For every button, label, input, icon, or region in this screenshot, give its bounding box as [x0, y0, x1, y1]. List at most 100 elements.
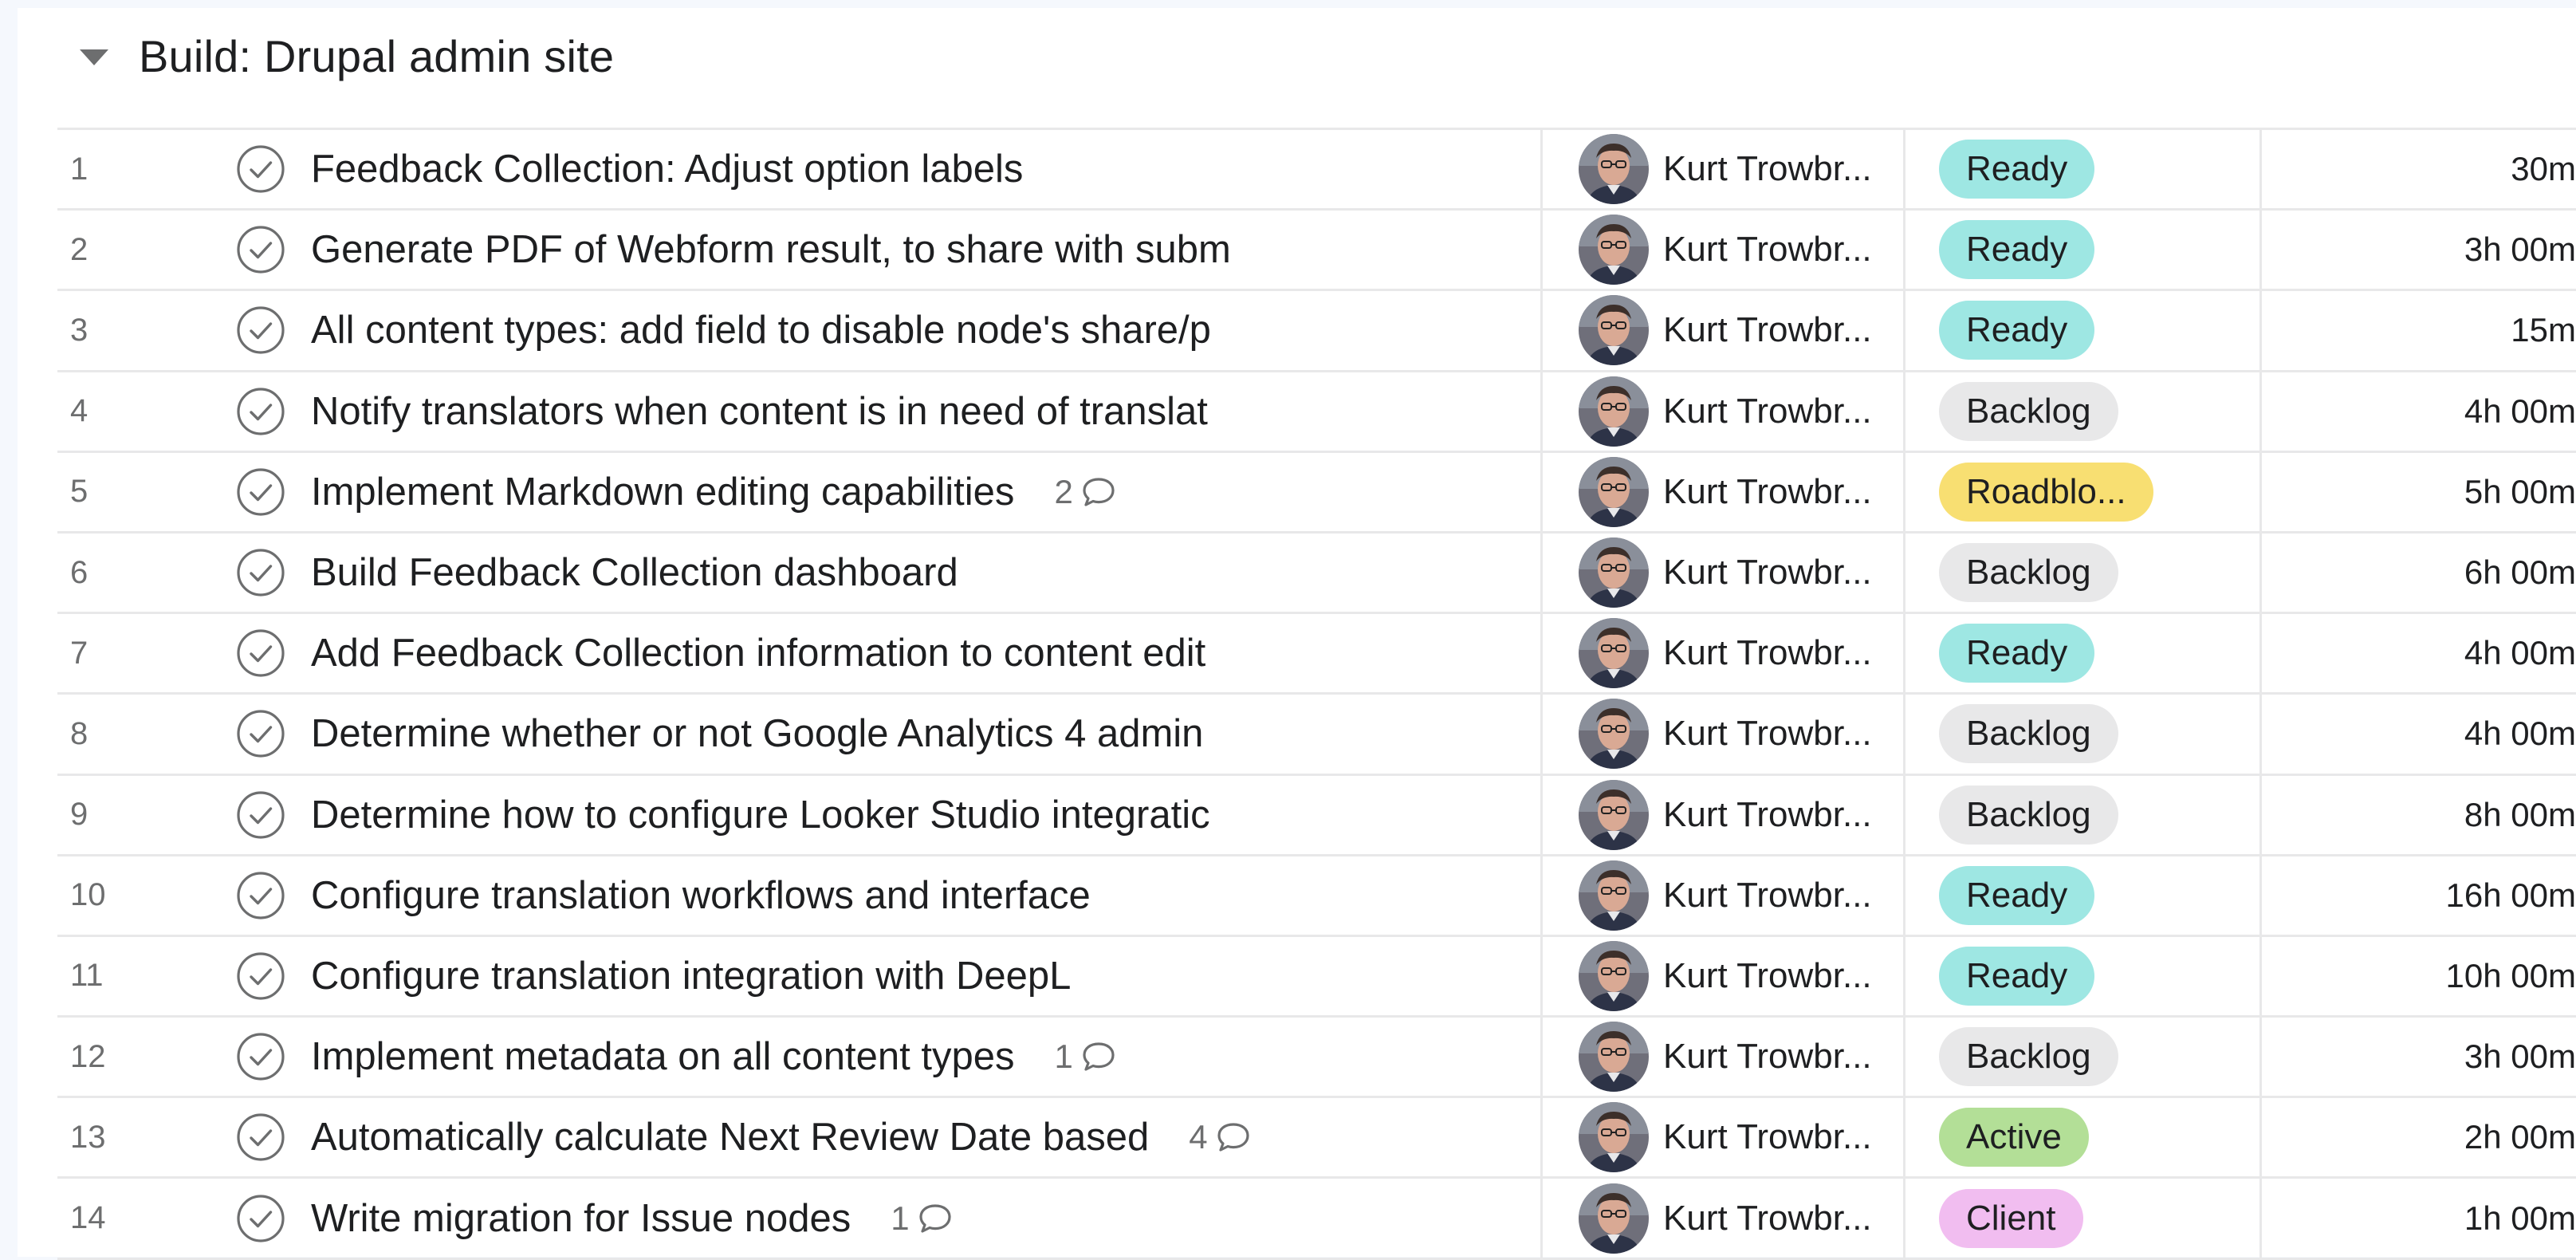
time-estimate[interactable]: 6h 00m	[2369, 534, 2576, 612]
assignee-cell[interactable]: Kurt Trowbr...	[1579, 211, 1872, 289]
task-row[interactable]: 11 Configure translation integration wit…	[57, 937, 2576, 1018]
task-name[interactable]: Notify translators when content is in ne…	[311, 389, 1208, 434]
task-name-cell[interactable]: Configure translation workflows and inte…	[311, 856, 1378, 935]
task-name-cell[interactable]: Determine whether or not Google Analytic…	[311, 695, 1378, 773]
assignee-cell[interactable]: Kurt Trowbr...	[1579, 937, 1872, 1015]
comment-count[interactable]: 4	[1189, 1118, 1250, 1156]
section-header[interactable]: Build: Drupal admin site	[80, 8, 614, 104]
status-cell[interactable]: Ready	[1939, 614, 2094, 692]
task-name-cell[interactable]: Implement metadata on all content types …	[311, 1018, 1378, 1096]
complete-check-icon[interactable]	[236, 1112, 285, 1162]
time-estimate[interactable]: 3h 00m	[2369, 1018, 2576, 1096]
complete-check-icon[interactable]	[236, 225, 285, 274]
assignee-cell[interactable]: Kurt Trowbr...	[1579, 453, 1872, 531]
task-name[interactable]: Configure translation workflows and inte…	[311, 873, 1091, 918]
task-name[interactable]: Automatically calculate Next Review Date…	[311, 1115, 1149, 1160]
complete-check-icon[interactable]	[236, 548, 285, 597]
time-estimate[interactable]: 4h 00m	[2369, 372, 2576, 451]
status-cell[interactable]: Ready	[1939, 291, 2094, 369]
status-badge[interactable]: Ready	[1939, 947, 2094, 1006]
status-cell[interactable]: Ready	[1939, 937, 2094, 1015]
task-name[interactable]: Determine how to configure Looker Studio…	[311, 793, 1210, 837]
comment-count[interactable]: 2	[1054, 473, 1115, 511]
status-badge[interactable]: Client	[1939, 1189, 2083, 1248]
complete-check-icon[interactable]	[236, 1194, 285, 1243]
time-estimate[interactable]: 15m	[2369, 291, 2576, 369]
assignee-cell[interactable]: Kurt Trowbr...	[1579, 130, 1872, 208]
status-cell[interactable]: Ready	[1939, 856, 2094, 935]
task-name[interactable]: Write migration for Issue nodes	[311, 1196, 851, 1241]
assignee-cell[interactable]: Kurt Trowbr...	[1579, 1179, 1872, 1257]
status-cell[interactable]: Backlog	[1939, 776, 2118, 854]
task-name[interactable]: Build Feedback Collection dashboard	[311, 550, 958, 595]
time-estimate[interactable]: 16h 00m	[2369, 856, 2576, 935]
complete-check-icon[interactable]	[236, 387, 285, 436]
status-badge[interactable]: Ready	[1939, 140, 2094, 199]
time-estimate[interactable]: 2h 00m	[2369, 1098, 2576, 1176]
assignee-cell[interactable]: Kurt Trowbr...	[1579, 614, 1872, 692]
status-badge[interactable]: Ready	[1939, 220, 2094, 279]
status-badge[interactable]: Backlog	[1939, 704, 2118, 763]
status-badge[interactable]: Ready	[1939, 866, 2094, 925]
task-row[interactable]: 7 Add Feedback Collection information to…	[57, 614, 2576, 695]
complete-check-icon[interactable]	[236, 709, 285, 758]
task-name[interactable]: Feedback Collection: Adjust option label…	[311, 147, 1023, 191]
status-badge[interactable]: Backlog	[1939, 382, 2118, 441]
task-name-cell[interactable]: Implement Markdown editing capabilities …	[311, 453, 1378, 531]
time-estimate[interactable]: 4h 00m	[2369, 695, 2576, 773]
status-cell[interactable]: Backlog	[1939, 1018, 2118, 1096]
task-row[interactable]: 12 Implement metadata on all content typ…	[57, 1018, 2576, 1098]
task-name-cell[interactable]: Notify translators when content is in ne…	[311, 372, 1378, 451]
task-name-cell[interactable]: Generate PDF of Webform result, to share…	[311, 211, 1378, 289]
status-badge[interactable]: Roadblo...	[1939, 463, 2153, 522]
task-name-cell[interactable]: Determine how to configure Looker Studio…	[311, 776, 1378, 854]
assignee-cell[interactable]: Kurt Trowbr...	[1579, 856, 1872, 935]
assignee-cell[interactable]: Kurt Trowbr...	[1579, 291, 1872, 369]
assignee-cell[interactable]: Kurt Trowbr...	[1579, 372, 1872, 451]
task-row[interactable]: 8 Determine whether or not Google Analyt…	[57, 695, 2576, 775]
task-row[interactable]: 3 All content types: add field to disabl…	[57, 291, 2576, 372]
assignee-cell[interactable]: Kurt Trowbr...	[1579, 695, 1872, 773]
task-name[interactable]: Add Feedback Collection information to c…	[311, 631, 1205, 675]
comment-count[interactable]: 1	[891, 1199, 952, 1238]
task-row[interactable]: 9 Determine how to configure Looker Stud…	[57, 776, 2576, 856]
task-name-cell[interactable]: Feedback Collection: Adjust option label…	[311, 130, 1378, 208]
task-name-cell[interactable]: All content types: add field to disable …	[311, 291, 1378, 369]
task-name-cell[interactable]: Automatically calculate Next Review Date…	[311, 1098, 1378, 1176]
status-cell[interactable]: Backlog	[1939, 372, 2118, 451]
task-row[interactable]: 5 Implement Markdown editing capabilitie…	[57, 453, 2576, 534]
time-estimate[interactable]: 30m	[2369, 130, 2576, 208]
time-estimate[interactable]: 8h 00m	[2369, 776, 2576, 854]
assignee-cell[interactable]: Kurt Trowbr...	[1579, 776, 1872, 854]
complete-check-icon[interactable]	[236, 467, 285, 517]
time-estimate[interactable]: 4h 00m	[2369, 614, 2576, 692]
task-row[interactable]: 2 Generate PDF of Webform result, to sha…	[57, 211, 2576, 291]
status-cell[interactable]: Ready	[1939, 211, 2094, 289]
task-name-cell[interactable]: Configure translation integration with D…	[311, 937, 1378, 1015]
status-badge[interactable]: Ready	[1939, 624, 2094, 683]
caret-down-icon[interactable]	[80, 49, 108, 65]
time-estimate[interactable]: 3h 00m	[2369, 211, 2576, 289]
task-name-cell[interactable]: Add Feedback Collection information to c…	[311, 614, 1378, 692]
assignee-cell[interactable]: Kurt Trowbr...	[1579, 1018, 1872, 1096]
complete-check-icon[interactable]	[236, 628, 285, 678]
assignee-cell[interactable]: Kurt Trowbr...	[1579, 1098, 1872, 1176]
status-cell[interactable]: Ready	[1939, 130, 2094, 208]
complete-check-icon[interactable]	[236, 951, 285, 1001]
status-cell[interactable]: Backlog	[1939, 695, 2118, 773]
status-badge[interactable]: Ready	[1939, 301, 2094, 360]
task-row[interactable]: 6 Build Feedback Collection dashboard	[57, 534, 2576, 614]
status-badge[interactable]: Backlog	[1939, 543, 2118, 602]
task-row[interactable]: 14 Write migration for Issue nodes 1	[57, 1179, 2576, 1259]
task-name[interactable]: Determine whether or not Google Analytic…	[311, 711, 1203, 756]
task-name[interactable]: Implement metadata on all content types	[311, 1034, 1015, 1079]
task-name-cell[interactable]: Build Feedback Collection dashboard	[311, 534, 1378, 612]
complete-check-icon[interactable]	[236, 790, 285, 840]
status-badge[interactable]: Active	[1939, 1108, 2089, 1167]
complete-check-icon[interactable]	[236, 305, 285, 355]
status-cell[interactable]: Active	[1939, 1098, 2089, 1176]
status-cell[interactable]: Backlog	[1939, 534, 2118, 612]
task-name[interactable]: Implement Markdown editing capabilities	[311, 470, 1014, 514]
status-badge[interactable]: Backlog	[1939, 786, 2118, 845]
time-estimate[interactable]: 1h 00m	[2369, 1179, 2576, 1257]
